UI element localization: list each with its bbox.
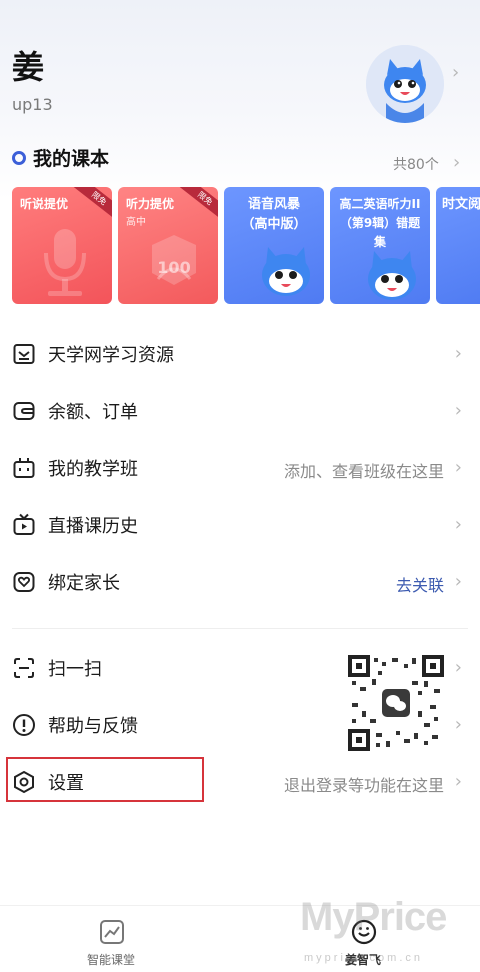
chevron-right-icon: › [454, 571, 462, 592]
watermark-subtext: myprice.com.cn [304, 952, 424, 964]
parent-icon [12, 570, 36, 594]
chevron-right-icon: › [454, 400, 462, 421]
menu-label: 余额、订单 [48, 402, 138, 423]
menu-divider [12, 628, 468, 629]
chevron-right-icon: › [454, 457, 462, 478]
tab-smart-classroom[interactable]: 智能课堂 [66, 906, 156, 972]
menu-label: 扫一扫 [48, 659, 102, 680]
textbooks-chevron-icon[interactable]: › [453, 152, 460, 173]
menu-label: 直播课历史 [48, 516, 138, 537]
wallet-icon [12, 399, 36, 423]
textbooks-count[interactable]: 共80个 [393, 154, 439, 174]
profile-id: up13 [12, 95, 53, 114]
mascot-avatar-icon [366, 45, 444, 123]
qr-code-icon [348, 655, 444, 751]
profile-chevron-icon[interactable]: › [452, 62, 459, 83]
live-icon [12, 513, 36, 537]
chevron-right-icon: › [454, 714, 462, 735]
score-label: 100 [157, 258, 191, 277]
menu-item-teaching-class[interactable]: 我的教学班 添加、查看班级在这里 › [0, 441, 480, 497]
menu-label: 绑定家长 [48, 573, 120, 594]
textbook-card[interactable]: 高二英语听力II（第9辑）错题集 [330, 187, 430, 304]
watermark-text: MyPrice [300, 895, 447, 939]
menu-item-live-history[interactable]: 直播课历史 › [0, 498, 480, 554]
avatar[interactable] [366, 45, 444, 123]
textbooks-title: 我的课本 [33, 148, 110, 170]
menu-label: 天学网学习资源 [48, 345, 174, 366]
textbook-card[interactable]: 听力提优 高中 100 限免 [118, 187, 218, 304]
menu-hint: 退出登录等功能在这里 [283, 776, 444, 795]
chevron-right-icon: › [454, 343, 462, 364]
textbook-title: 语音风暴 （高中版） [241, 197, 307, 232]
textbook-card[interactable]: 时文阅 [436, 187, 480, 304]
menu-hint: 添加、查看班级在这里 [283, 462, 444, 481]
textbook-title: 高二英语听力II（第9辑）错题集 [339, 197, 421, 249]
menu-item-bind-parent[interactable]: 绑定家长 去关联 › [0, 555, 480, 611]
profile-name: 姜 [12, 48, 45, 86]
textbook-subtitle: 高中 [126, 217, 146, 228]
chart-icon [100, 920, 124, 944]
section-dot-icon [12, 151, 26, 165]
chevron-right-icon: › [454, 771, 462, 792]
chevron-right-icon: › [454, 514, 462, 535]
class-icon [12, 456, 36, 480]
resource-icon [12, 342, 36, 366]
chevron-right-icon: › [454, 657, 462, 678]
textbook-card[interactable]: 听说提优 限免 [12, 187, 112, 304]
menu-label: 我的教学班 [48, 459, 138, 480]
tab-label: 智能课堂 [86, 953, 135, 967]
link-parent-link[interactable]: 去关联 [396, 572, 444, 596]
settings-highlight-box [6, 757, 204, 802]
help-icon [12, 713, 36, 737]
menu-item-resources[interactable]: 天学网学习资源 › [0, 327, 480, 383]
scan-icon [12, 656, 36, 680]
textbook-card[interactable]: 语音风暴 （高中版） [224, 187, 324, 304]
menu-item-balance-orders[interactable]: 余额、订单 › [0, 384, 480, 440]
menu-label: 帮助与反馈 [48, 716, 138, 737]
textbook-title: 时文阅 [442, 197, 480, 212]
